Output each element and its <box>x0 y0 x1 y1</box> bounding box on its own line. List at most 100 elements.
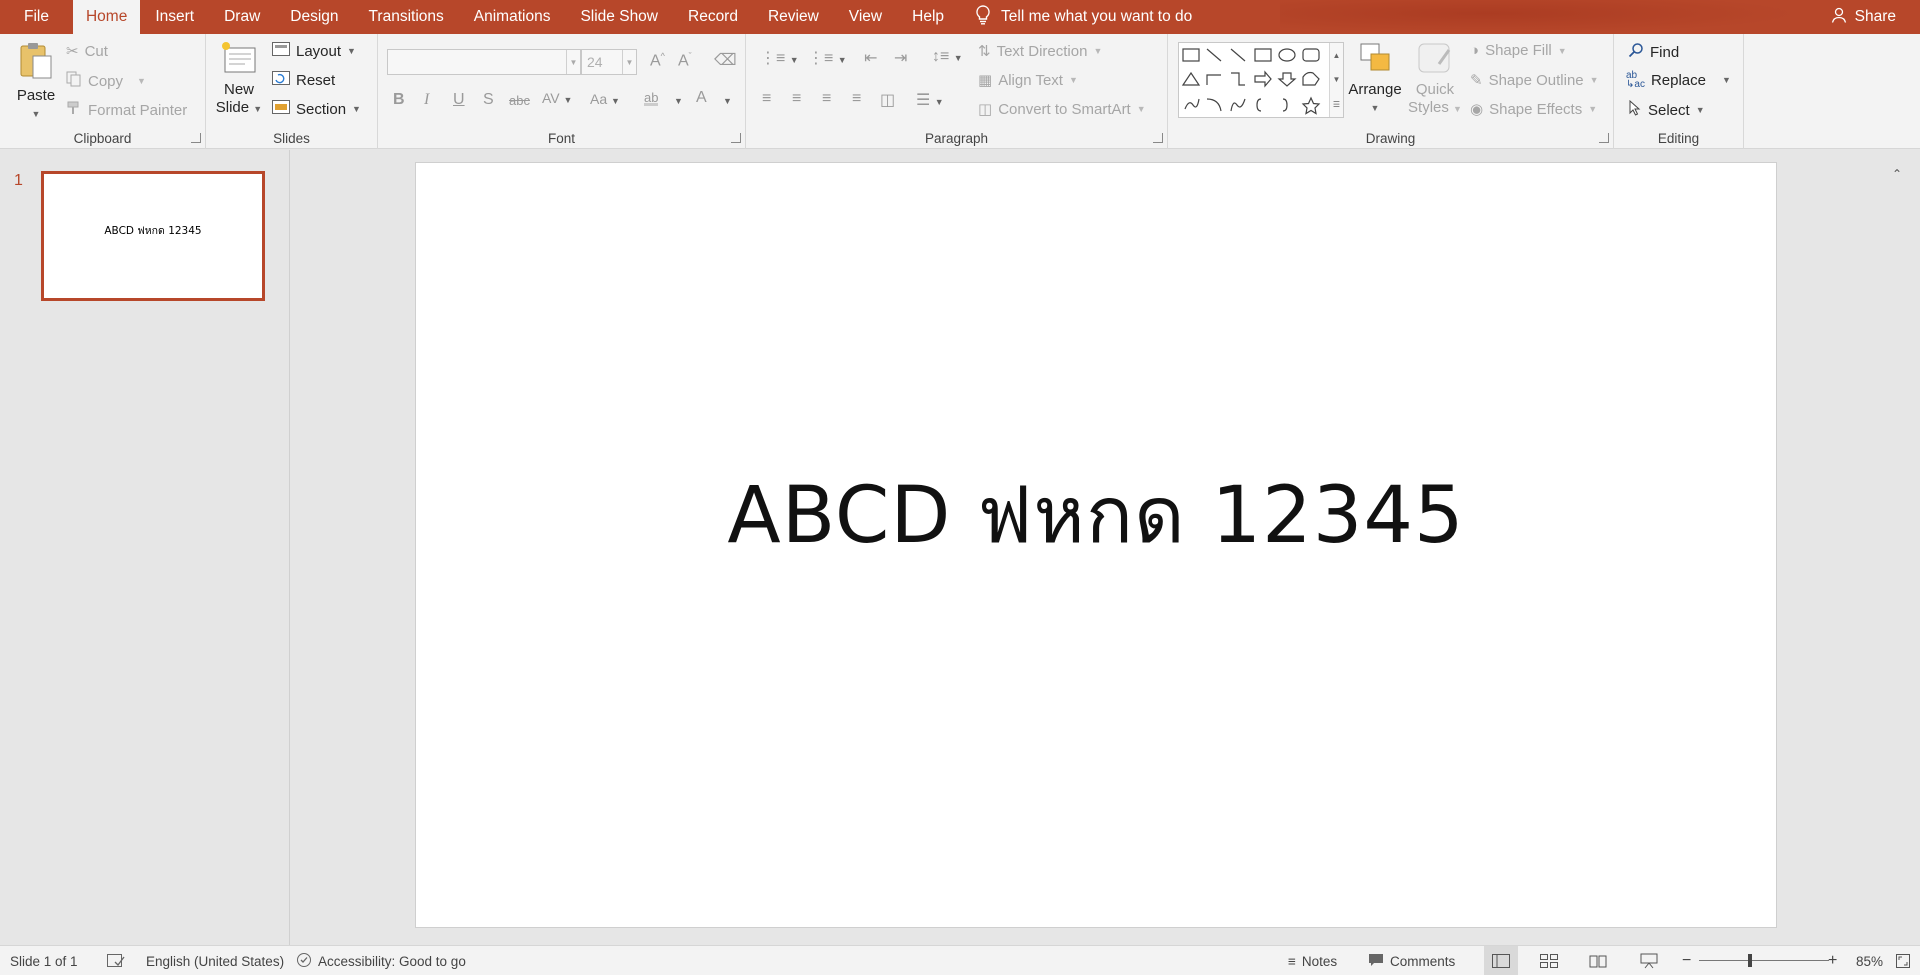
dialog-launcher-icon[interactable] <box>731 133 741 143</box>
zoom-slider-thumb[interactable] <box>1748 954 1752 967</box>
copy-button[interactable]: Copy ▼ <box>66 71 146 91</box>
shape-effects-button[interactable]: ◉ Shape Effects ▼ <box>1470 100 1597 119</box>
replace-button[interactable]: ab ↳ac Replace ▼ <box>1626 71 1731 90</box>
tab-review[interactable]: Review <box>753 0 834 34</box>
decrease-font-size-icon[interactable]: Aˇ <box>678 51 692 70</box>
freeform-shape-icon <box>1184 98 1200 110</box>
tab-slide-show[interactable]: Slide Show <box>565 0 673 34</box>
line-spacing-icon[interactable]: ↕≡ ▼ <box>932 48 963 66</box>
shape-outline-button[interactable]: ✎ Shape Outline ▼ <box>1470 71 1599 90</box>
justify-icon[interactable]: ≡ <box>852 90 861 108</box>
distributed-icon[interactable]: ◫ <box>880 90 895 110</box>
chevron-down-icon[interactable]: ▼ <box>723 96 732 106</box>
numbering-icon[interactable]: ⋮≡ ▼ <box>808 48 847 68</box>
paste-button[interactable]: Paste ▼ <box>12 40 60 123</box>
italic-icon[interactable]: I <box>424 91 429 109</box>
highlight-color-icon[interactable]: ab <box>644 90 659 106</box>
notes-button[interactable]: ≡ Notes <box>1288 946 1337 975</box>
tab-home[interactable]: Home <box>72 0 141 34</box>
zoom-out-icon[interactable]: − <box>1682 946 1691 975</box>
zoom-level[interactable]: 85% <box>1856 946 1883 975</box>
underline-icon[interactable]: U <box>453 91 465 109</box>
normal-view-icon[interactable] <box>1484 946 1518 975</box>
star-shape-icon <box>1301 96 1321 115</box>
chevron-down-icon: ▼ <box>1557 45 1567 56</box>
align-left-icon[interactable]: ≡ <box>762 90 771 108</box>
tab-draw[interactable]: Draw <box>209 0 275 34</box>
comments-button[interactable]: Comments <box>1368 946 1455 975</box>
dialog-launcher-icon[interactable] <box>191 133 201 143</box>
tab-file[interactable]: File <box>0 0 73 34</box>
quick-styles-button[interactable]: Quick Styles ▼ <box>1408 40 1462 118</box>
fit-to-window-icon[interactable] <box>1896 946 1910 975</box>
tell-me-label: Tell me what you want to do <box>1001 8 1193 25</box>
new-slide-button[interactable]: New Slide ▼ <box>214 40 264 118</box>
tab-view[interactable]: View <box>834 0 897 34</box>
font-size-combobox[interactable]: 24 ▼ <box>581 49 637 75</box>
lightbulb-icon <box>975 4 991 30</box>
change-case-icon[interactable]: Aa ▼ <box>590 91 620 107</box>
spell-check-icon[interactable] <box>107 946 125 975</box>
align-text-button[interactable]: ▦ Align Text ▼ <box>978 71 1078 90</box>
chevron-down-icon[interactable]: ▼ <box>622 50 636 74</box>
section-button[interactable]: Section ▼ <box>272 100 361 118</box>
slide-text-box[interactable]: ABCD ฟหกด 12345 <box>416 453 1776 577</box>
tab-design[interactable]: Design <box>275 0 353 34</box>
slide-sorter-icon[interactable] <box>1540 946 1558 975</box>
decrease-indent-icon[interactable]: ⇤ <box>864 48 877 68</box>
chevron-down-icon[interactable]: ▼ <box>674 96 683 106</box>
collapse-ribbon-icon[interactable]: ⌃ <box>1892 167 1902 181</box>
gallery-scroll[interactable]: ▲ ▼ ☰ <box>1329 43 1343 117</box>
reading-view-icon[interactable] <box>1589 946 1607 975</box>
elbow-connector-shape-icon <box>1206 74 1221 85</box>
tab-transitions[interactable]: Transitions <box>354 0 459 34</box>
accessibility-icon <box>296 952 312 971</box>
find-button[interactable]: Find <box>1628 42 1679 62</box>
paste-label: Paste <box>16 87 56 104</box>
shadow-icon[interactable]: S <box>483 91 494 109</box>
select-button[interactable]: Select ▼ <box>1628 99 1705 120</box>
arrange-button[interactable]: Arrange ▼ <box>1346 40 1404 117</box>
font-name-combobox[interactable]: ▼ <box>387 49 581 75</box>
bold-icon[interactable]: B <box>393 91 405 109</box>
strikethrough-icon[interactable]: abc <box>509 93 530 108</box>
increase-indent-icon[interactable]: ⇥ <box>894 48 907 68</box>
columns-icon[interactable]: ☰ ▼ <box>916 90 944 110</box>
tab-record[interactable]: Record <box>673 0 753 34</box>
tab-animations[interactable]: Animations <box>459 0 566 34</box>
arrange-label: Arrange <box>1348 81 1402 98</box>
cut-button[interactable]: ✂ Cut <box>66 42 108 61</box>
zoom-in-icon[interactable]: + <box>1828 946 1837 975</box>
slide-canvas[interactable]: ABCD ฟหกด 12345 <box>415 162 1777 928</box>
tab-help[interactable]: Help <box>897 0 959 34</box>
layout-button[interactable]: Layout ▼ <box>272 42 356 60</box>
shape-fill-button[interactable]: ◑ Shape Fill ▼ <box>1470 42 1567 59</box>
align-right-icon[interactable]: ≡ <box>822 90 831 108</box>
slide-show-icon[interactable] <box>1640 946 1658 975</box>
tell-me-search[interactable]: Tell me what you want to do <box>975 0 1192 34</box>
select-label: Select <box>1648 101 1690 119</box>
zoom-slider[interactable] <box>1699 960 1829 961</box>
menu-bar: File Home Insert Draw Design Transitions… <box>0 0 1920 34</box>
shapes-gallery[interactable]: ▲ ▼ ☰ <box>1178 42 1344 118</box>
share-button[interactable]: Share <box>1831 0 1896 34</box>
format-painter-button[interactable]: Format Painter <box>66 100 187 120</box>
align-center-icon[interactable]: ≡ <box>792 90 801 108</box>
dialog-launcher-icon[interactable] <box>1599 133 1609 143</box>
convert-to-smartart-button[interactable]: ◫ Convert to SmartArt ▼ <box>978 100 1146 119</box>
tab-insert[interactable]: Insert <box>140 0 209 34</box>
cursor-arrow-icon <box>1628 99 1642 120</box>
arc-shape-icon <box>1206 98 1222 112</box>
accessibility-button[interactable]: Accessibility: Good to go <box>296 946 466 975</box>
text-direction-button[interactable]: ⇅ Text Direction ▼ <box>978 42 1102 61</box>
font-color-icon[interactable]: A <box>696 89 707 107</box>
character-spacing-icon[interactable]: AV ▼ <box>542 90 572 106</box>
chevron-down-icon[interactable]: ▼ <box>566 50 580 74</box>
language-indicator[interactable]: English (United States) <box>146 946 284 975</box>
dialog-launcher-icon[interactable] <box>1153 133 1163 143</box>
clear-formatting-icon[interactable]: ⌫ <box>714 50 737 70</box>
reset-button[interactable]: Reset <box>272 71 335 89</box>
increase-font-size-icon[interactable]: A^ <box>650 51 665 70</box>
bullets-icon[interactable]: ⋮≡ ▼ <box>760 48 799 68</box>
slide-thumbnail[interactable]: ABCD ฟหกด 12345 <box>41 171 265 301</box>
